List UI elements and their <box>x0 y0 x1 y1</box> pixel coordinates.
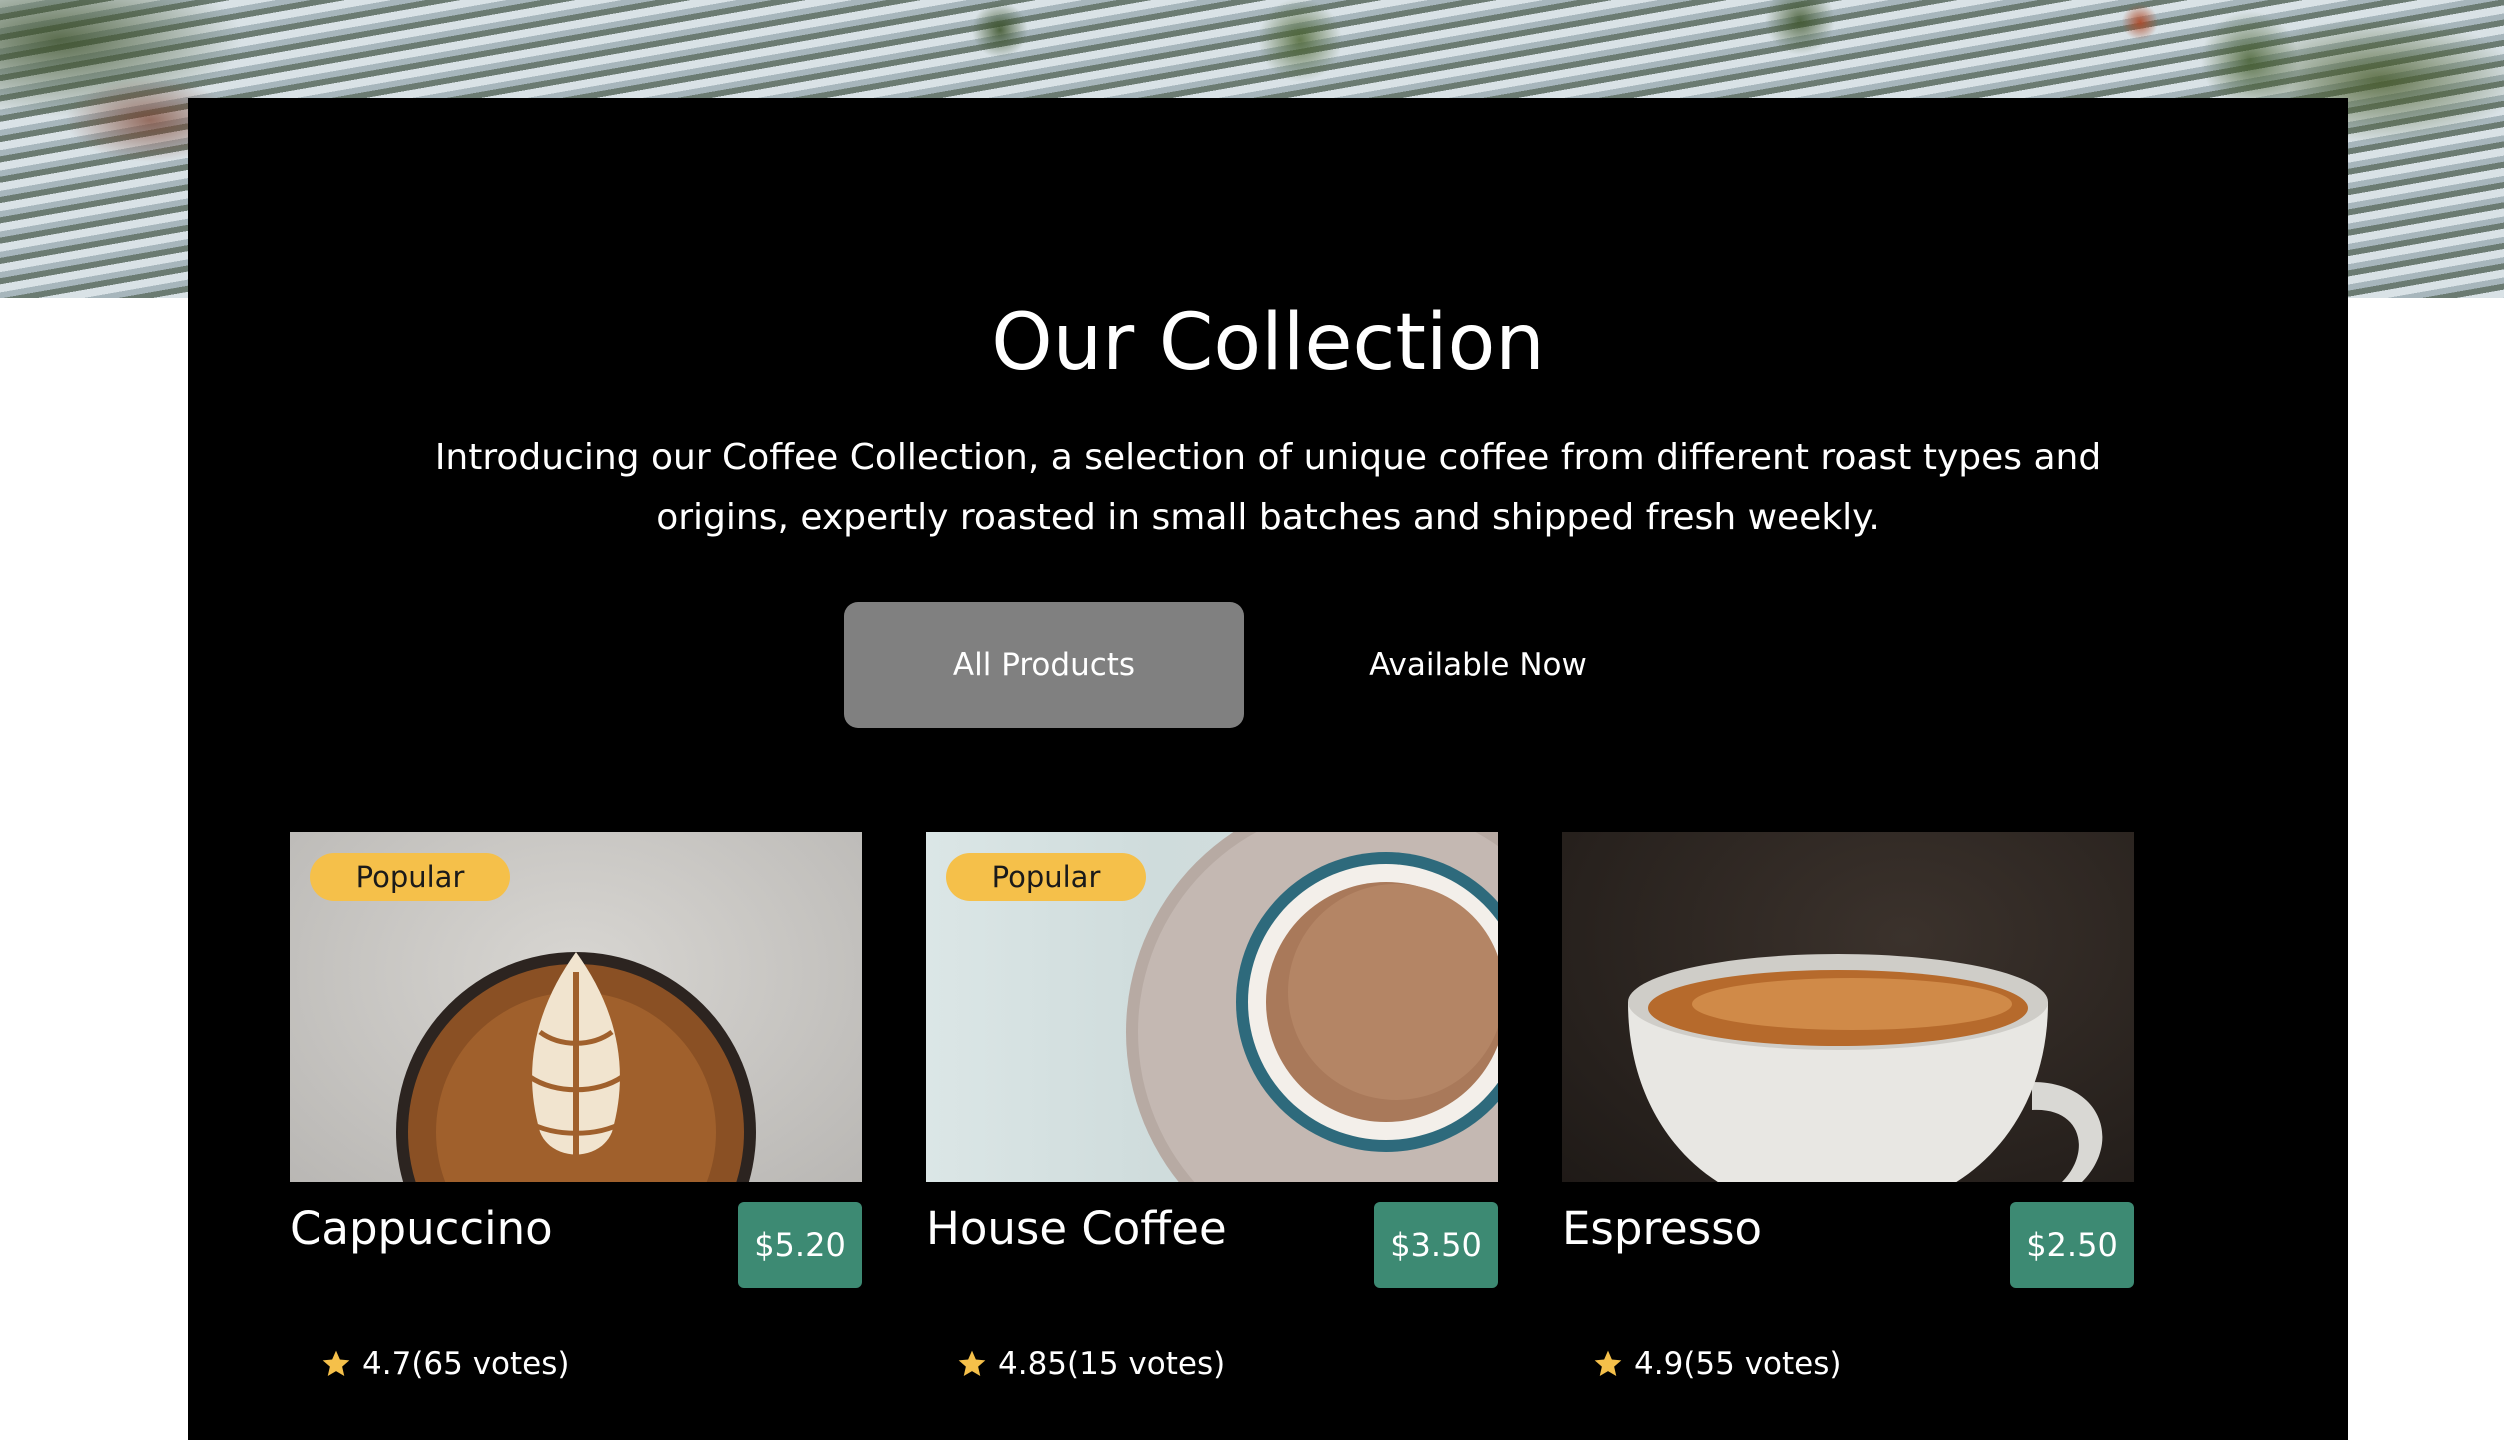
product-price-badge: $2.50 <box>2010 1202 2134 1288</box>
tab-all-products[interactable]: All Products <box>844 602 1244 728</box>
star-icon <box>322 1350 350 1376</box>
product-rating: 4.9 (55 votes) <box>1592 1346 1842 1382</box>
rating-votes: (55 votes) <box>1683 1346 1842 1382</box>
cappuccino-image[interactable]: Popular <box>290 832 862 1182</box>
rating-votes: (65 votes) <box>411 1346 570 1382</box>
product-price-badge: $5.20 <box>738 1202 862 1288</box>
product-price-badge: $3.50 <box>1374 1202 1498 1288</box>
rating-votes: (15 votes) <box>1067 1346 1226 1382</box>
product-name[interactable]: Espresso <box>1562 1202 1762 1255</box>
product-name[interactable]: Cappuccino <box>290 1202 553 1255</box>
collection-title: Our Collection <box>991 298 1545 388</box>
product-card-cappuccino[interactable]: Popular Cappuccino $5.20 4.7 (65 votes) <box>290 832 862 1392</box>
product-name[interactable]: House Coffee <box>926 1202 1227 1255</box>
product-card-espresso[interactable]: Espresso $2.50 4.9 (55 votes) <box>1562 832 2134 1392</box>
popular-badge: Popular <box>946 853 1146 901</box>
star-icon <box>1594 1350 1622 1376</box>
product-rating: 4.7 (65 votes) <box>320 1346 570 1382</box>
rating-value: 4.85 <box>998 1346 1068 1382</box>
star-icon <box>958 1350 986 1376</box>
product-rating: 4.85 (15 votes) <box>956 1346 1225 1382</box>
collection-section: Our Collection Introducing our Coffee Co… <box>188 98 2348 1440</box>
collection-intro: Introducing our Coffee Collection, a sel… <box>434 437 2102 538</box>
rating-value: 4.9 <box>1634 1346 1684 1382</box>
popular-badge: Popular <box>310 853 510 901</box>
rating-value: 4.7 <box>362 1346 412 1382</box>
espresso-image[interactable] <box>1562 832 2134 1182</box>
espresso-illustration <box>1628 954 2103 1182</box>
tab-available-now[interactable]: Available Now <box>1278 602 1678 728</box>
house-coffee-image[interactable]: Popular <box>926 832 1498 1182</box>
product-card-house-coffee[interactable]: Popular House Coffee $3.50 4.85 (15 votes… <box>926 832 1498 1392</box>
